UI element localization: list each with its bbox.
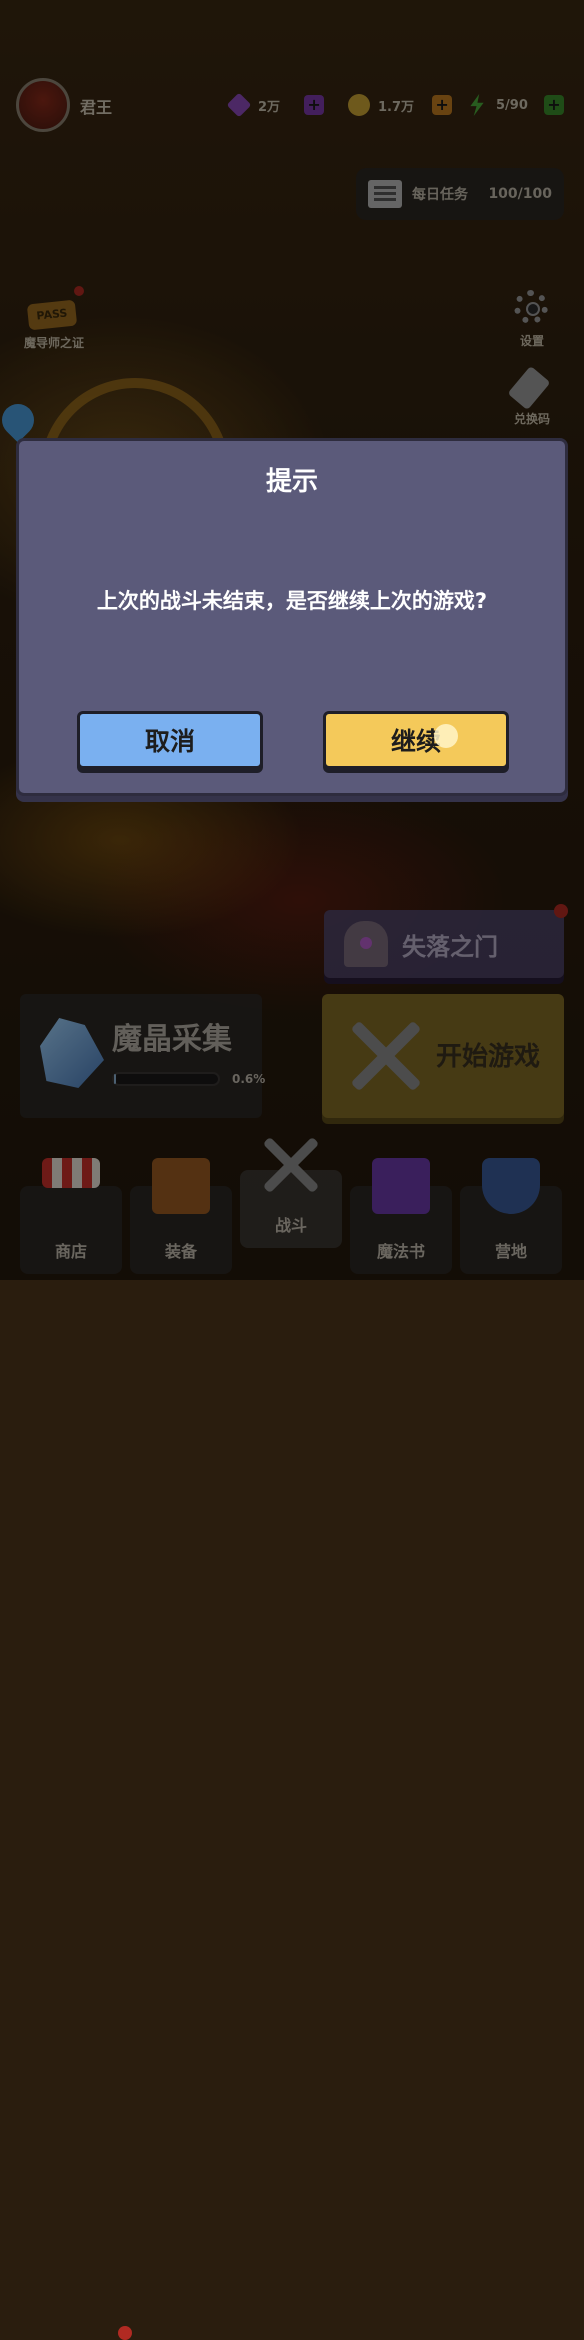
touch-indicator bbox=[434, 724, 458, 748]
continue-button[interactable]: 继续 bbox=[323, 711, 509, 769]
dialog-title: 提示 bbox=[265, 467, 318, 497]
resume-battle-dialog: 提示 上次的战斗未结束，是否继续上次的游戏? 取消 继续 bbox=[16, 438, 568, 796]
notification-dot bbox=[118, 2326, 132, 2340]
cancel-button[interactable]: 取消 bbox=[77, 711, 263, 769]
dialog-message: 上次的战斗未结束，是否继续上次的游戏? bbox=[96, 589, 488, 613]
